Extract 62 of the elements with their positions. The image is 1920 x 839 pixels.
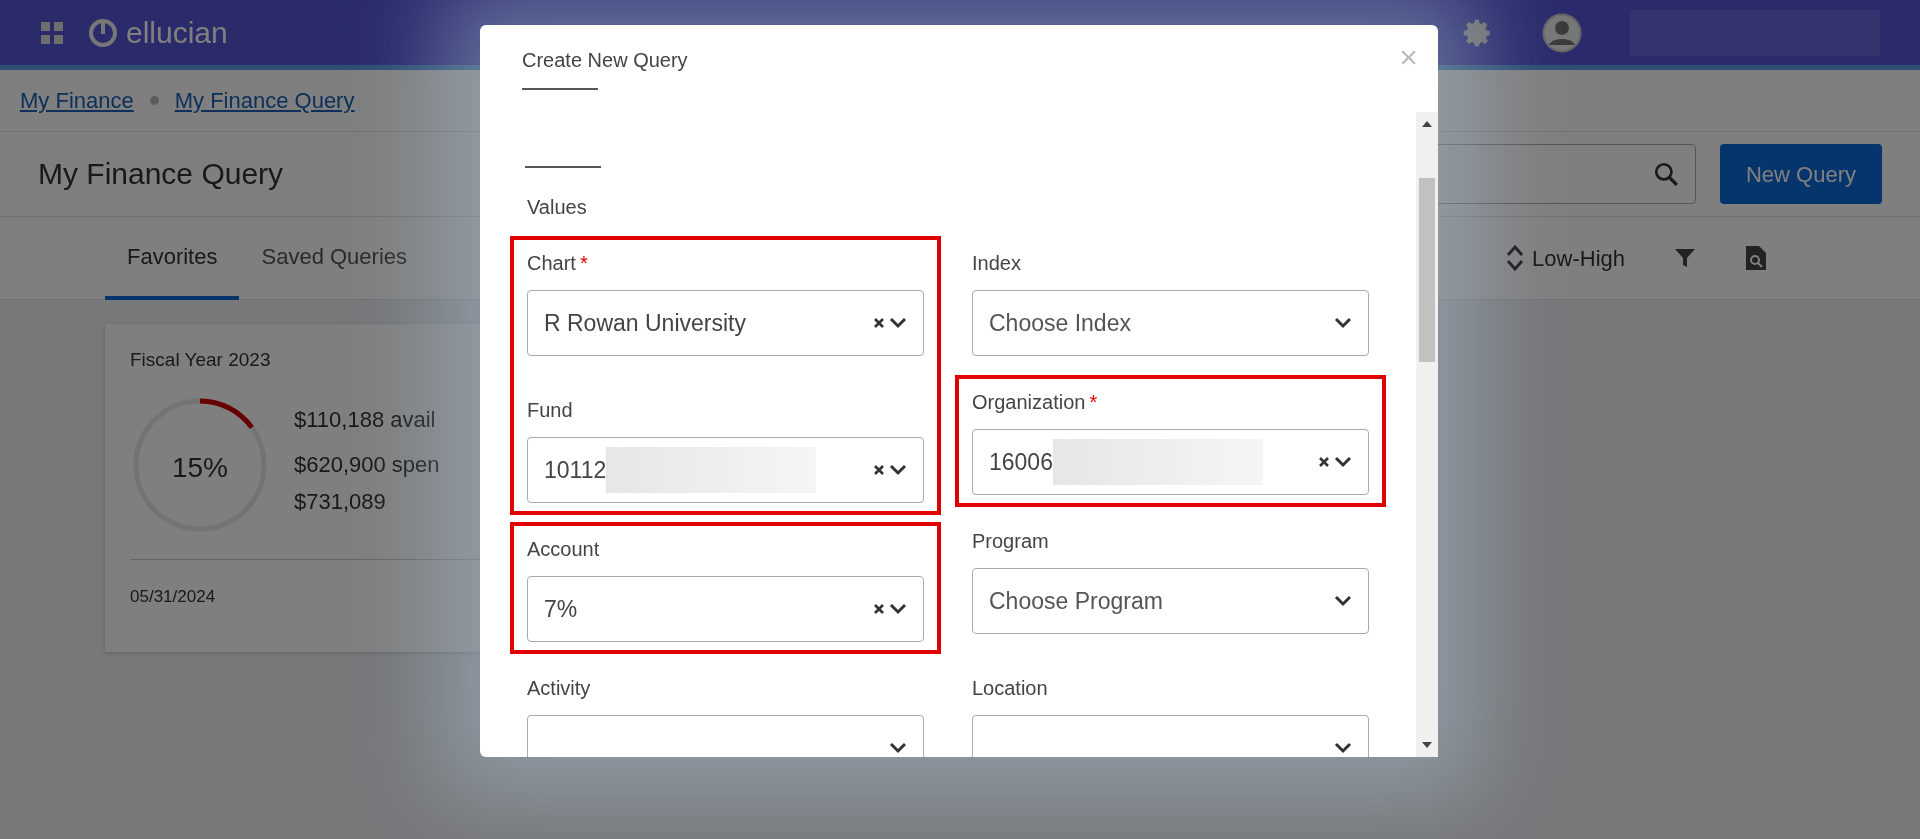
card-title: Fiscal Year 2023: [130, 348, 272, 372]
clear-icon[interactable]: [873, 603, 885, 615]
field-value: 16006: [989, 447, 1053, 477]
chevron-down-icon[interactable]: [1334, 317, 1352, 329]
scrollbar-thumb[interactable]: [1419, 178, 1435, 362]
amount-text: $731,089: [294, 487, 387, 516]
scrollbar[interactable]: [1416, 112, 1438, 757]
new-query-button[interactable]: New Query: [1719, 144, 1882, 204]
grid-menu-icon[interactable]: [40, 20, 64, 45]
field-label: Index: [972, 251, 1021, 276]
chevron-down-icon[interactable]: [1334, 456, 1352, 468]
required-asterisk: *: [1089, 390, 1098, 415]
scroll-down-arrow-icon[interactable]: [1421, 741, 1433, 749]
filter-icon[interactable]: [1673, 246, 1697, 270]
required-asterisk: *: [579, 251, 588, 276]
field-placeholder: Choose Program: [989, 586, 1163, 616]
select-field[interactable]: R Rowan University: [527, 290, 924, 356]
user-avatar-icon[interactable]: [1542, 12, 1582, 53]
sort-icon[interactable]: [1506, 244, 1525, 272]
field-label: Activity: [527, 676, 591, 701]
tab[interactable]: Saved Queries: [239, 216, 429, 300]
breadcrumb-separator-dot: [149, 96, 159, 105]
clear-icon[interactable]: [1318, 456, 1330, 468]
field-value: 7%: [544, 594, 578, 624]
section-title: Values: [527, 195, 588, 220]
card-date: 05/31/2024: [130, 585, 217, 608]
select-field[interactable]: Choose Program: [972, 568, 1369, 634]
chevron-down-icon[interactable]: [889, 317, 907, 329]
search-icon: [1652, 161, 1679, 187]
chevron-down-icon[interactable]: [889, 742, 907, 754]
chevron-down-icon[interactable]: [1334, 742, 1352, 754]
field-label: Fund: [527, 398, 573, 423]
chevron-down-icon[interactable]: [1334, 595, 1352, 607]
amount-text: $620,900 spen: [294, 450, 440, 479]
field-label: Account: [527, 537, 600, 562]
modal-title: Create New Query: [522, 47, 689, 72]
logo-text: ellucian: [126, 15, 228, 51]
sort-label[interactable]: Low-High: [1532, 241, 1625, 275]
clear-icon[interactable]: [873, 317, 885, 329]
logo-icon: [88, 17, 118, 48]
tab[interactable]: Favorites: [105, 216, 240, 300]
progress-percent: 15%: [170, 450, 229, 485]
chevron-down-icon[interactable]: [889, 464, 907, 476]
select-field[interactable]: 16006: [972, 429, 1369, 495]
select-field[interactable]: 10112: [527, 437, 924, 503]
clear-icon[interactable]: [873, 464, 885, 476]
field-label: Program: [972, 529, 1049, 554]
chevron-down-icon[interactable]: [889, 603, 907, 615]
page-title: My Finance Query: [38, 156, 284, 192]
field-label: Organization: [972, 390, 1086, 415]
amount-text: $110,188 avail: [294, 405, 437, 434]
field-value: 10112: [544, 455, 607, 485]
field-placeholder: Choose Index: [989, 308, 1131, 338]
breadcrumb-link[interactable]: My Finance: [20, 84, 134, 117]
field-label: Location: [972, 676, 1048, 701]
select-field[interactable]: 7%: [527, 576, 924, 642]
scroll-up-arrow-icon[interactable]: [1421, 120, 1433, 128]
select-field[interactable]: Choose Index: [972, 290, 1369, 356]
field-label: Chart: [527, 251, 576, 276]
breadcrumb-link[interactable]: My Finance Query: [174, 84, 355, 117]
field-value: R Rowan University: [544, 308, 746, 338]
file-search-icon[interactable]: [1745, 245, 1767, 271]
